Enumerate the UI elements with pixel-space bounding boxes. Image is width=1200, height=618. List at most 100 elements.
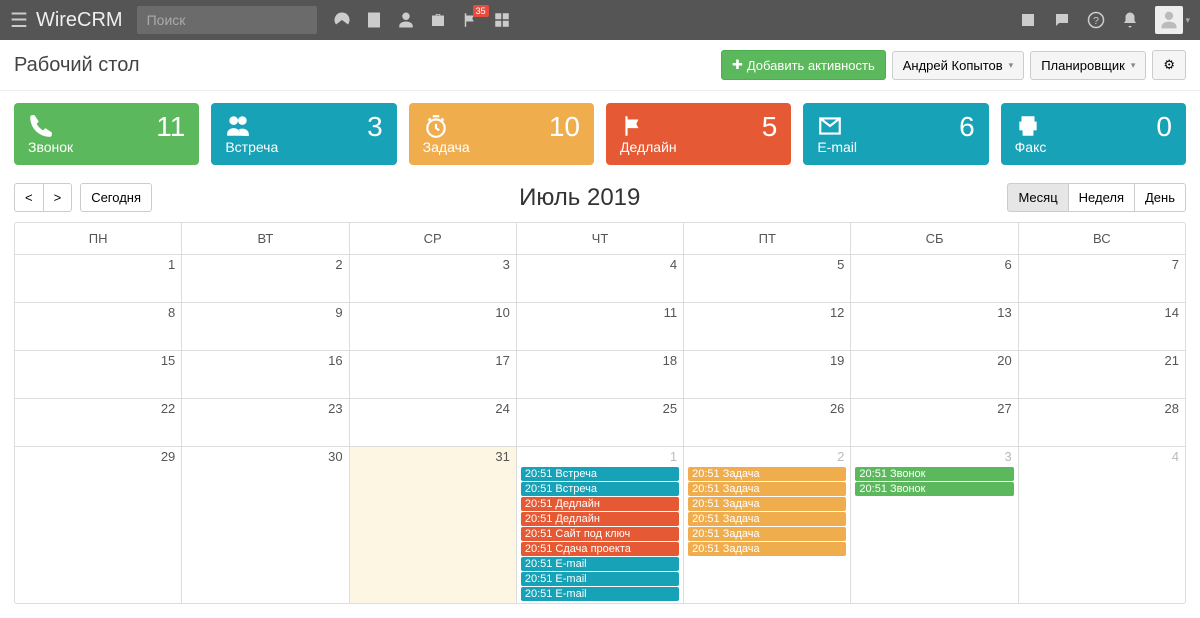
calendar-cell[interactable]: 120:51 Встреча20:51 Встреча20:51 Дедлайн… [516, 447, 683, 603]
calendar-event[interactable]: 20:51 E-mail [521, 572, 679, 586]
building-icon[interactable] [365, 11, 383, 29]
day-number: 16 [328, 353, 342, 368]
calendar-event[interactable]: 20:51 Встреча [521, 467, 679, 481]
calendar-cell[interactable]: 18 [516, 351, 683, 398]
calendar-row: 15 16 1718192021 [15, 351, 1185, 399]
calendar-cell[interactable]: 11 [516, 303, 683, 350]
calendar-cell[interactable]: 4 [516, 255, 683, 302]
calendar-cell[interactable]: 19 [683, 351, 850, 398]
calendar-cell[interactable]: 10 [349, 303, 516, 350]
briefcase-icon[interactable] [429, 11, 447, 29]
view-week-button[interactable]: Неделя [1068, 183, 1135, 212]
tile-count: 5 [762, 111, 778, 143]
summary-tile[interactable]: 5Дедлайн [606, 103, 791, 165]
calendar-event[interactable]: 20:51 Сдача проекта [521, 542, 679, 556]
flag-icon[interactable]: 35 [461, 11, 479, 29]
calendar-cell[interactable]: 220:51 Задача20:51 Задача20:51 Задача20:… [683, 447, 850, 603]
dashboard-icon[interactable] [333, 11, 351, 29]
calendar-cell[interactable]: 28 [1018, 399, 1185, 446]
plus-icon[interactable] [1019, 11, 1037, 29]
search-input[interactable] [137, 6, 317, 34]
calendar-row: 293031120:51 Встреча20:51 Встреча20:51 Д… [15, 447, 1185, 603]
calendar-event[interactable]: 20:51 Встреча [521, 482, 679, 496]
summary-tile[interactable]: 3Встреча [211, 103, 396, 165]
calendar-row: 12 3456 7 [15, 255, 1185, 303]
calendar-cell[interactable]: 31 [349, 447, 516, 603]
calendar-cell[interactable]: 21 [1018, 351, 1185, 398]
calendar-cell[interactable]: 23 [181, 399, 348, 446]
calendar-event[interactable]: 20:51 Задача [688, 467, 846, 481]
calendar-cell[interactable]: 15 [15, 351, 181, 398]
day-number: 7 [1172, 257, 1179, 272]
summary-tile[interactable]: 11Звонок [14, 103, 199, 165]
flag-badge: 35 [473, 5, 489, 17]
person-icon[interactable] [397, 11, 415, 29]
calendar-cell[interactable]: 320:51 Звонок20:51 Звонок [850, 447, 1017, 603]
calendar-cell[interactable]: 25 [516, 399, 683, 446]
topbar-right: ? ▾ [1019, 6, 1190, 34]
help-icon[interactable]: ? [1087, 11, 1105, 29]
calendar-cell[interactable]: 6 [850, 255, 1017, 302]
day-number: 29 [161, 449, 175, 464]
menu-icon[interactable]: ☰ [10, 8, 28, 33]
calendar-cell[interactable]: 17 [349, 351, 516, 398]
view-menu-button[interactable]: Планировщик▾ [1030, 51, 1146, 80]
calendar-event[interactable]: 20:51 Задача [688, 512, 846, 526]
day-number: 3 [503, 257, 510, 272]
calendar-event[interactable]: 20:51 Задача [688, 482, 846, 496]
calendar-cell[interactable]: 5 [683, 255, 850, 302]
calendar-cell[interactable]: 14 [1018, 303, 1185, 350]
calendar-row: 22232425262728 [15, 399, 1185, 447]
tile-count: 3 [367, 111, 383, 143]
calendar-cell[interactable]: 8 [15, 303, 181, 350]
chat-icon[interactable] [1053, 11, 1071, 29]
add-activity-button[interactable]: ✚Добавить активность [721, 50, 886, 80]
calendar-event[interactable]: 20:51 Задача [688, 527, 846, 541]
calendar-cell[interactable]: 22 [15, 399, 181, 446]
prev-button[interactable]: < [14, 183, 44, 212]
bell-icon[interactable] [1121, 11, 1139, 29]
calendar-event[interactable]: 20:51 Сайт под ключ [521, 527, 679, 541]
calendar-event[interactable]: 20:51 E-mail [521, 587, 679, 601]
view-month-button[interactable]: Месяц [1007, 183, 1068, 212]
calendar-event[interactable]: 20:51 Дедлайн [521, 497, 679, 511]
view-day-button[interactable]: День [1134, 183, 1186, 212]
calendar-cell[interactable]: 9 [181, 303, 348, 350]
settings-button[interactable]: ⚙ [1152, 50, 1186, 80]
tile-count: 6 [959, 111, 975, 143]
calendar-cell[interactable]: 24 [349, 399, 516, 446]
calendar-event[interactable]: 20:51 Задача [688, 497, 846, 511]
calendar-event[interactable]: 20:51 Звонок [855, 467, 1013, 481]
summary-tile[interactable]: 0Факс [1001, 103, 1186, 165]
calendar-cell[interactable]: 13 [850, 303, 1017, 350]
tile-label: E-mail [817, 139, 857, 155]
day-number: 1 [670, 449, 677, 464]
calendar-cell[interactable]: 7 [1018, 255, 1185, 302]
day-number: 13 [997, 305, 1011, 320]
dow-header: ВТ [181, 223, 348, 254]
calendar-event[interactable]: 20:51 Дедлайн [521, 512, 679, 526]
calendar-cell[interactable]: 12 [683, 303, 850, 350]
summary-tiles: 11Звонок3Встреча10Задача5Дедлайн 6 E-mail 0… [0, 91, 1200, 177]
calendar-event[interactable]: 20:51 Задача [688, 542, 846, 556]
calendar-cell[interactable]: 3 [349, 255, 516, 302]
calendar-cell[interactable]: 26 [683, 399, 850, 446]
brand[interactable]: WireCRM [36, 9, 123, 32]
calendar-cell[interactable]: 29 [15, 447, 181, 603]
calendar-cell[interactable]: 4 [1018, 447, 1185, 603]
avatar[interactable]: ▾ [1155, 6, 1190, 34]
calendar-cell[interactable]: 30 [181, 447, 348, 603]
next-button[interactable]: > [43, 183, 73, 212]
summary-tile[interactable]: 6 E-mail [803, 103, 988, 165]
calendar-cell[interactable]: 16 [181, 351, 348, 398]
summary-tile[interactable]: 10Задача [409, 103, 594, 165]
calendar-cell[interactable]: 27 [850, 399, 1017, 446]
calendar-event[interactable]: 20:51 E-mail [521, 557, 679, 571]
calendar-event[interactable]: 20:51 Звонок [855, 482, 1013, 496]
calendar-cell[interactable]: 20 [850, 351, 1017, 398]
user-menu-button[interactable]: Андрей Копытов▾ [892, 51, 1024, 80]
calendar-cell[interactable]: 2 [181, 255, 348, 302]
calendar-cell[interactable]: 1 [15, 255, 181, 302]
today-button[interactable]: Сегодня [80, 183, 152, 212]
grid-icon[interactable] [493, 11, 511, 29]
